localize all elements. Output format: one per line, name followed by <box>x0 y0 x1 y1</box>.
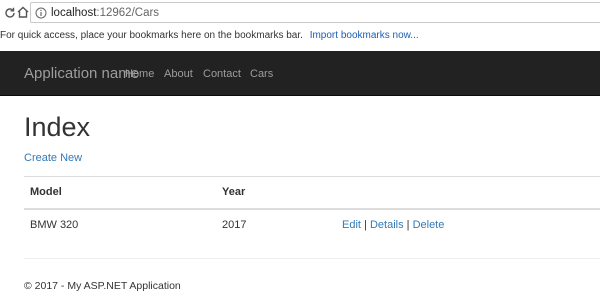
url-text[interactable]: localhost:12962/Cars <box>51 7 159 19</box>
table-header-row: Model Year <box>24 176 600 209</box>
browser-toolbar: localhost:12962/Cars <box>0 0 600 26</box>
cell-model: BMW 320 <box>30 219 79 231</box>
nav-home[interactable]: Home <box>125 68 154 80</box>
nav-cars[interactable]: Cars <box>250 68 273 80</box>
refresh-icon[interactable] <box>3 6 17 20</box>
nav-contact[interactable]: Contact <box>203 68 241 80</box>
edit-link[interactable]: Edit <box>342 219 361 231</box>
navbar-brand[interactable]: Application name <box>24 65 139 82</box>
url-host: localhost <box>51 6 97 19</box>
home-icon[interactable] <box>16 5 30 19</box>
address-bar[interactable]: localhost:12962/Cars <box>30 2 600 23</box>
column-header-actions <box>336 177 600 209</box>
cell-year: 2017 <box>222 219 247 231</box>
info-icon[interactable] <box>35 7 47 19</box>
site-navbar: Application name Home About Contact Cars <box>0 51 600 96</box>
separator: | <box>364 219 367 231</box>
separator: | <box>406 219 410 231</box>
page-title: Index <box>24 112 91 142</box>
nav-about[interactable]: About <box>164 68 193 80</box>
url-path: :12962/Cars <box>96 6 160 19</box>
cars-table: Model Year BMW 320 2017 Edit | Details |… <box>24 176 600 241</box>
table-row: BMW 320 2017 Edit | Details | Delete <box>24 209 600 241</box>
import-bookmarks-link[interactable]: Import bookmarks now... <box>310 30 419 41</box>
footer-divider <box>24 258 600 259</box>
cell-actions: Edit | Details | Delete <box>336 209 600 241</box>
bookmarks-bar: For quick access, place your bookmarks h… <box>0 30 419 46</box>
details-link[interactable]: Details <box>370 219 404 231</box>
column-header-year: Year <box>222 186 246 199</box>
column-header-model: Model <box>30 186 62 199</box>
bookmarks-hint: For quick access, place your bookmarks h… <box>0 30 303 41</box>
create-new-link[interactable]: Create New <box>24 152 82 164</box>
delete-link[interactable]: Delete <box>413 219 445 231</box>
footer-text: © 2017 - My ASP.NET Application <box>24 280 181 292</box>
